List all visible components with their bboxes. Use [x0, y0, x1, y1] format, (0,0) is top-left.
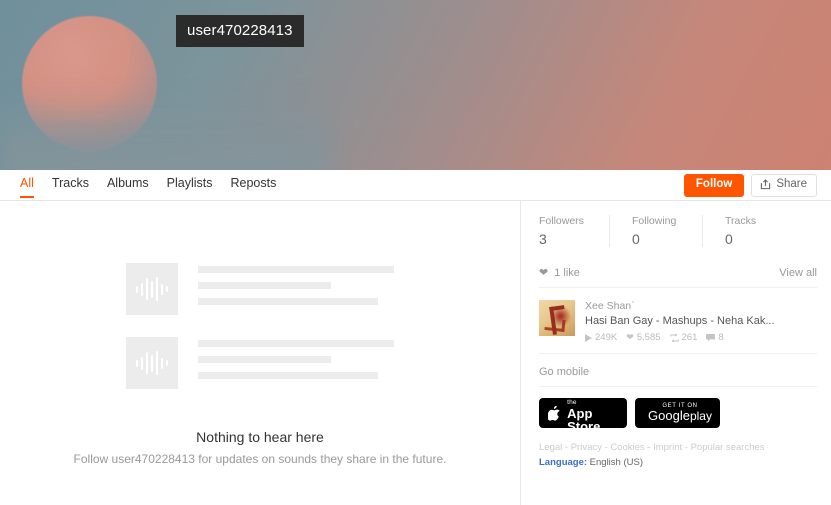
footer-separator: -	[562, 442, 571, 453]
tab-all[interactable]: All	[20, 176, 34, 198]
track-play-count: 249K	[585, 332, 617, 343]
skeleton-row	[126, 337, 394, 389]
profile-stats: Followers 3 Following 0 Tracks 0	[539, 215, 817, 247]
footer-separator: -	[644, 442, 654, 453]
stat-value: 0	[632, 231, 640, 247]
stat-label: Following	[632, 215, 677, 227]
repost-count-value: 261	[681, 332, 698, 343]
track-like-count: ❤ 5,585	[626, 332, 660, 343]
waveform-bars	[135, 276, 169, 302]
skeleton-line	[198, 282, 332, 289]
comment-icon	[706, 333, 716, 342]
skeleton-lines	[198, 337, 394, 379]
main-content: Nothing to hear here Follow user47022841…	[0, 201, 521, 505]
liked-track-item[interactable]: Xee Shan` Hasi Ban Gay - Mashups - Neha …	[539, 296, 817, 354]
track-title[interactable]: Hasi Ban Gay - Mashups - Neha Kak...	[585, 315, 817, 327]
tab-reposts[interactable]: Reposts	[230, 176, 276, 198]
footer-link-popular-searches[interactable]: Popular searches	[691, 442, 765, 453]
likes-header: ❤ 1 like View all	[539, 267, 817, 288]
likes-count-group: ❤ 1 like	[539, 267, 580, 279]
heart-icon: ❤	[626, 332, 634, 342]
stat-value: 0	[725, 231, 733, 247]
app-store-main-line: App Store	[567, 405, 601, 435]
google-play-text: GET IT ON Googleplay	[648, 403, 712, 423]
track-stats: 249K ❤ 5,585 261 8	[585, 332, 817, 343]
google-play-word: play	[689, 409, 712, 424]
tab-albums[interactable]: Albums	[107, 176, 149, 198]
stat-value: 3	[539, 231, 547, 247]
app-store-badge[interactable]: Download on the App Store	[539, 392, 627, 434]
app-badges: Download on the App Store GET IT ON Goog…	[539, 392, 817, 434]
google-play-main-line: Googleplay	[648, 409, 712, 423]
skeleton-line	[198, 340, 394, 347]
follow-button[interactable]: Follow	[683, 174, 745, 197]
app-store-text: Download on the App Store	[567, 392, 618, 434]
profile-actions: Follow Share	[683, 174, 817, 197]
track-comment-count: 8	[706, 332, 724, 343]
footer-link-privacy[interactable]: Privacy	[571, 442, 602, 453]
tab-tracks[interactable]: Tracks	[52, 176, 89, 198]
stat-label: Tracks	[725, 215, 757, 227]
google-play-badge[interactable]: GET IT ON Googleplay	[635, 398, 720, 428]
empty-state-title: Nothing to hear here	[196, 429, 324, 445]
skeleton-line	[198, 266, 394, 273]
skeleton-line	[198, 372, 379, 379]
play-count-value: 249K	[595, 332, 618, 343]
like-count-value: 5,585	[636, 332, 661, 343]
skeleton-line	[198, 356, 332, 363]
go-mobile-label: Go mobile	[539, 366, 817, 387]
likes-count-label: 1 like	[554, 267, 580, 279]
waveform-icon	[126, 263, 178, 315]
footer-link-cookies[interactable]: Cookies	[610, 442, 644, 453]
track-repost-count: 261	[669, 332, 698, 343]
tab-playlists[interactable]: Playlists	[167, 176, 213, 198]
footer-link-imprint[interactable]: Imprint	[653, 442, 682, 453]
liked-track-meta: Xee Shan` Hasi Ban Gay - Mashups - Neha …	[585, 300, 817, 343]
heart-icon: ❤	[539, 266, 549, 279]
profile-tabbar: All Tracks Albums Playlists Reposts Foll…	[0, 170, 831, 201]
share-button[interactable]: Share	[751, 174, 817, 197]
waveform-bars	[135, 350, 169, 376]
skeleton-lines	[198, 263, 394, 305]
footer-link-legal[interactable]: Legal	[539, 442, 562, 453]
track-artwork[interactable]	[539, 300, 575, 336]
share-icon	[761, 179, 771, 190]
username-badge: user470228413	[176, 15, 304, 47]
waveform-icon	[126, 337, 178, 389]
repost-icon	[669, 333, 679, 342]
stat-following[interactable]: Following 0	[632, 215, 703, 247]
app-store-top-line: Download on the	[567, 392, 608, 407]
sidebar: Followers 3 Following 0 Tracks 0 ❤ 1 lik…	[521, 201, 831, 505]
view-all-likes-link[interactable]: View all	[779, 267, 817, 279]
profile-banner: user470228413	[0, 0, 831, 170]
footer-links: Legal - Privacy - Cookies - Imprint - Po…	[539, 442, 817, 453]
skeleton-row	[126, 263, 394, 315]
skeleton-line	[198, 298, 379, 305]
comment-count-value: 8	[718, 332, 724, 343]
stat-followers[interactable]: Followers 3	[539, 215, 610, 247]
apple-icon	[548, 405, 560, 421]
empty-state: Nothing to hear here Follow user47022841…	[0, 201, 520, 466]
google-play-brand: Google	[648, 408, 690, 424]
stat-label: Followers	[539, 215, 584, 227]
play-icon	[585, 333, 592, 342]
soundcloud-profile-page: user470228413 All Tracks Albums Playlist…	[0, 0, 831, 505]
profile-body: Nothing to hear here Follow user47022841…	[0, 201, 831, 505]
language-selector[interactable]: Language: English (US)	[539, 457, 817, 468]
empty-state-subtitle: Follow user470228413 for updates on soun…	[73, 452, 447, 466]
stat-tracks[interactable]: Tracks 0	[725, 215, 795, 247]
track-artist[interactable]: Xee Shan`	[585, 300, 817, 312]
language-label[interactable]: Language:	[539, 457, 587, 468]
banner-gradient-decoration	[0, 95, 330, 170]
footer-separator: -	[682, 442, 691, 453]
language-value: English (US)	[589, 457, 643, 468]
share-label: Share	[776, 178, 807, 190]
